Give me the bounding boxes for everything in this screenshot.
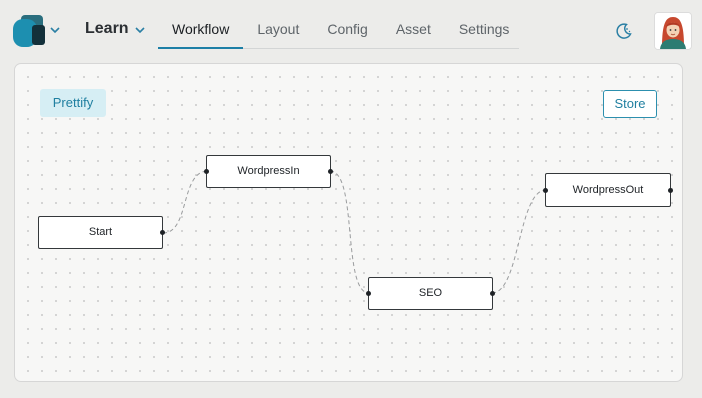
tab-workflow[interactable]: Workflow <box>158 10 244 49</box>
output-port[interactable] <box>328 169 333 174</box>
main-tabs: Workflow Layout Config Asset Settings <box>158 10 519 49</box>
workflow-node-start[interactable]: Start <box>38 216 165 249</box>
app-logo-icon[interactable] <box>10 12 48 50</box>
tab-settings[interactable]: Settings <box>445 10 524 48</box>
output-port[interactable] <box>490 291 495 296</box>
node-label: SEO <box>418 287 443 299</box>
node-label: WordpressOut <box>572 184 644 196</box>
tab-config[interactable]: Config <box>313 10 381 48</box>
project-selector[interactable]: Learn <box>85 20 145 38</box>
project-name: Learn <box>85 20 129 37</box>
workflow-node-seo[interactable]: SEO <box>366 277 495 310</box>
prettify-button[interactable]: Prettify <box>40 89 106 117</box>
tab-asset[interactable]: Asset <box>382 10 445 48</box>
workflow-node-wordpressin[interactable]: WordpressIn <box>204 155 333 188</box>
input-port[interactable] <box>366 291 371 296</box>
input-port[interactable] <box>543 187 548 193</box>
input-port[interactable] <box>204 169 209 174</box>
user-avatar-icon <box>655 13 691 49</box>
node-label: WordpressIn <box>237 165 300 177</box>
output-port[interactable] <box>668 187 673 193</box>
workflow-node-wordpressout[interactable]: WordpressOut <box>543 173 673 207</box>
moon-icon <box>616 23 632 39</box>
user-avatar[interactable] <box>654 12 692 50</box>
node-label: Start <box>88 226 113 238</box>
tab-layout[interactable]: Layout <box>243 10 313 48</box>
logo-menu-chevron-down-icon[interactable] <box>50 26 60 34</box>
store-button[interactable]: Store <box>603 90 657 118</box>
output-port[interactable] <box>160 230 165 235</box>
theme-toggle-button[interactable] <box>614 21 634 41</box>
chevron-down-icon <box>135 27 145 34</box>
